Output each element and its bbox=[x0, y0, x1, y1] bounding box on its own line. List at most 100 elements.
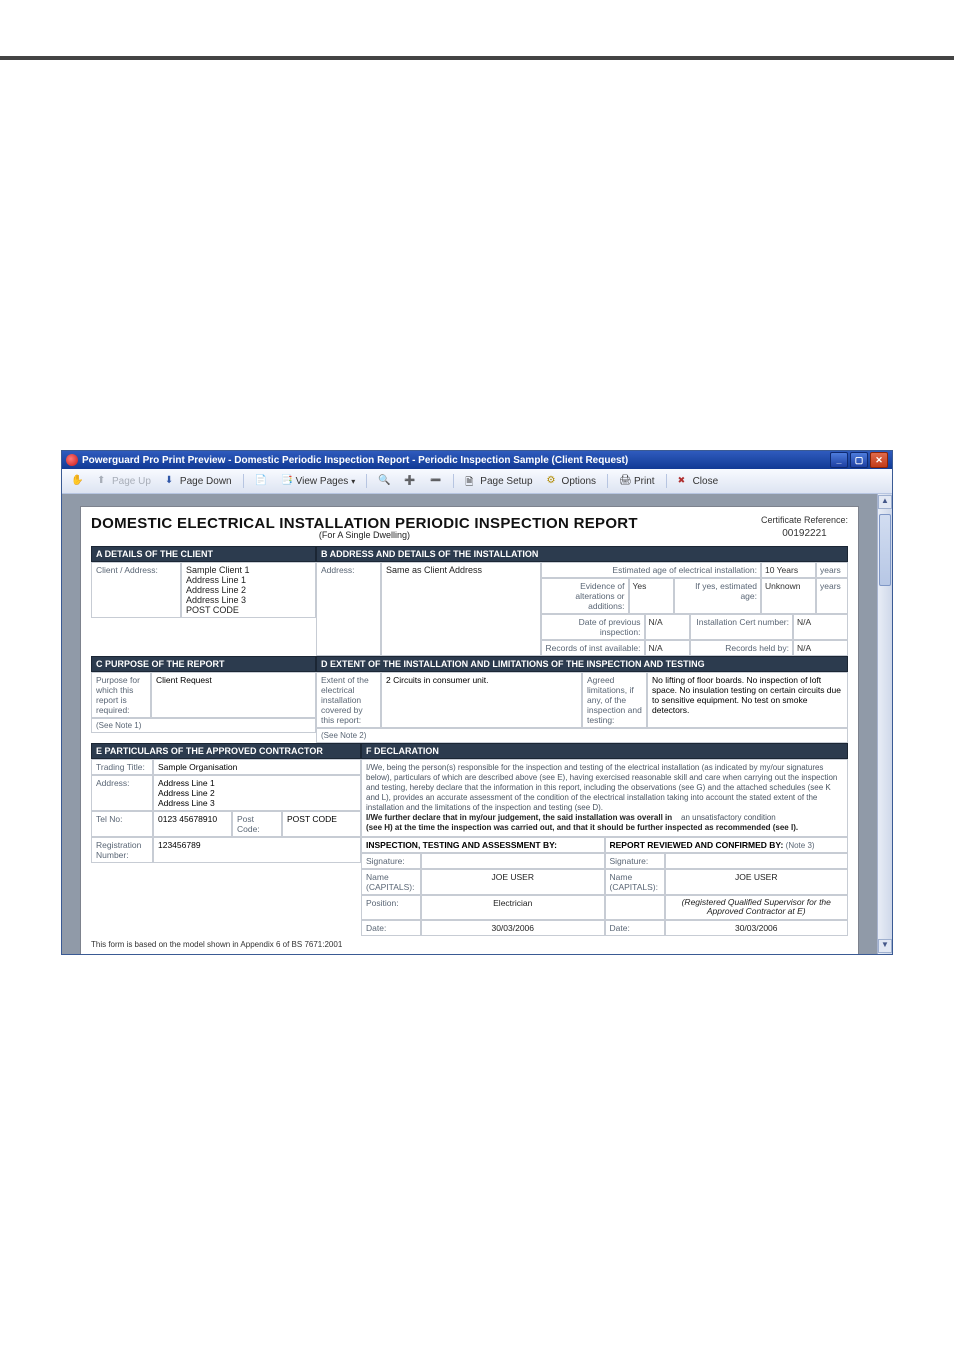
close-icon bbox=[678, 475, 690, 487]
pos-label-right bbox=[605, 895, 665, 920]
sig-label-right: Signature: bbox=[605, 853, 665, 869]
close-preview-button[interactable]: Close bbox=[673, 473, 724, 489]
date-value-right: 30/03/2006 bbox=[665, 920, 849, 936]
cert-ref-label: Certificate Reference: bbox=[761, 515, 848, 527]
multi-page-icon bbox=[281, 475, 293, 487]
purpose-label: Purpose for which this report is require… bbox=[91, 672, 151, 718]
contractor-addr-1: Address Line 1 bbox=[158, 778, 356, 788]
page-setup-button[interactable]: Page Setup bbox=[460, 473, 537, 489]
options-label: Options bbox=[562, 476, 596, 487]
page-down-label: Page Down bbox=[180, 476, 232, 487]
preview-viewport: DOMESTIC ELECTRICAL INSTALLATION PERIODI… bbox=[62, 494, 892, 954]
est-age-label: Estimated age of electrical installation… bbox=[541, 562, 761, 578]
date-value-left: 30/03/2006 bbox=[421, 920, 605, 936]
maximize-button[interactable]: ▢ bbox=[850, 452, 868, 468]
reg-number-label: Registration Number: bbox=[91, 837, 153, 863]
date-label-left: Date: bbox=[361, 920, 421, 936]
client-line-4: Address Line 3 bbox=[186, 595, 311, 605]
close-label: Close bbox=[693, 476, 719, 487]
trading-title-value: Sample Organisation bbox=[153, 759, 361, 775]
toolbar: Page Up Page Down View Pages ▾ Page Setu… bbox=[62, 469, 892, 494]
records-avail-label: Records of inst available: bbox=[541, 640, 645, 656]
single-page-button[interactable] bbox=[250, 473, 272, 489]
prev-insp-value: N/A bbox=[645, 614, 690, 640]
hand-tool-button[interactable] bbox=[66, 473, 88, 489]
scroll-up-button[interactable]: ▲ bbox=[878, 495, 892, 509]
close-window-button[interactable]: ✕ bbox=[870, 452, 888, 468]
section-b-heading: B ADDRESS AND DETAILS OF THE INSTALLATIO… bbox=[316, 546, 848, 562]
records-held-label: Records held by: bbox=[690, 640, 794, 656]
section-a-heading: A DETAILS OF THE CLIENT bbox=[91, 546, 316, 562]
declaration-condition: an unsatisfactory condition bbox=[681, 813, 776, 822]
postcode-label: Post Code: bbox=[232, 811, 282, 837]
client-line-5: POST CODE bbox=[186, 605, 311, 615]
section-e-heading: E PARTICULARS OF THE APPROVED CONTRACTOR bbox=[91, 743, 361, 759]
cert-ref-value: 00192221 bbox=[761, 527, 848, 540]
gear-icon bbox=[547, 475, 559, 487]
contractor-address-value: Address Line 1 Address Line 2 Address Li… bbox=[153, 775, 361, 811]
evidence-value: Yes bbox=[629, 578, 674, 614]
printer-icon bbox=[619, 475, 631, 487]
ifyes-value: Unknown bbox=[761, 578, 816, 614]
name-label-left: Name (CAPITALS): bbox=[361, 869, 421, 895]
zoom-out-button[interactable] bbox=[425, 473, 447, 489]
report-page: DOMESTIC ELECTRICAL INSTALLATION PERIODI… bbox=[80, 506, 859, 954]
arrow-up-icon bbox=[97, 475, 109, 487]
zoom-tool-button[interactable] bbox=[373, 473, 395, 489]
records-held-value: N/A bbox=[793, 640, 848, 656]
chevron-down-icon: ▾ bbox=[351, 477, 355, 486]
declaration-bold-2: (see H) at the time the inspection was c… bbox=[366, 823, 798, 832]
client-line-3: Address Line 2 bbox=[186, 585, 311, 595]
hand-icon bbox=[71, 475, 83, 487]
scroll-thumb[interactable] bbox=[879, 514, 891, 586]
footnotes: 1) The Domestic Periodic Inspection Repo… bbox=[91, 953, 848, 954]
page-up-button[interactable]: Page Up bbox=[92, 473, 156, 489]
zoom-in-button[interactable] bbox=[399, 473, 421, 489]
ifyes-unit: years bbox=[816, 578, 848, 614]
client-address-value: Sample Client 1 Address Line 1 Address L… bbox=[181, 562, 316, 618]
postcode-value: POST CODE bbox=[282, 811, 361, 837]
note-2: (See Note 2) bbox=[316, 728, 848, 743]
scroll-down-button[interactable]: ▼ bbox=[878, 939, 892, 953]
magnifier-icon bbox=[378, 475, 390, 487]
window-title: Powerguard Pro Print Preview - Domestic … bbox=[82, 455, 628, 466]
tel-value: 0123 45678910 bbox=[153, 811, 232, 837]
app-icon bbox=[66, 454, 78, 466]
name-label-right: Name (CAPITALS): bbox=[605, 869, 665, 895]
print-button[interactable]: Print bbox=[614, 473, 660, 489]
minimize-button[interactable]: _ bbox=[830, 452, 848, 468]
limitations-label: Agreed limitations, if any, of the inspe… bbox=[582, 672, 647, 728]
pos-label-left: Position: bbox=[361, 895, 421, 920]
declaration-para: I/We, being the person(s) responsible fo… bbox=[366, 763, 837, 812]
est-age-unit: years bbox=[816, 562, 848, 578]
reg-number-value: 123456789 bbox=[153, 837, 361, 863]
extent-label: Extent of the electrical installation co… bbox=[316, 672, 381, 728]
install-address-label: Address: bbox=[316, 562, 381, 656]
sig-value-left bbox=[421, 853, 605, 869]
contractor-address-label: Address: bbox=[91, 775, 153, 811]
contractor-addr-3: Address Line 3 bbox=[158, 798, 356, 808]
tel-label: Tel No: bbox=[91, 811, 153, 837]
install-cert-value: N/A bbox=[793, 614, 848, 640]
inspection-by-heading: INSPECTION, TESTING AND ASSESSMENT BY: bbox=[361, 837, 605, 853]
install-cert-label: Installation Cert number: bbox=[690, 614, 794, 640]
name-value-right: JOE USER bbox=[665, 869, 849, 895]
page-down-button[interactable]: Page Down bbox=[160, 473, 237, 489]
zoom-in-icon bbox=[404, 475, 416, 487]
section-f-heading: F DECLARATION bbox=[361, 743, 848, 759]
section-c-heading: C PURPOSE OF THE REPORT bbox=[91, 656, 316, 672]
date-label-right: Date: bbox=[605, 920, 665, 936]
evidence-label: Evidence of alterations or additions: bbox=[541, 578, 629, 614]
print-label: Print bbox=[634, 476, 655, 487]
titlebar[interactable]: Powerguard Pro Print Preview - Domestic … bbox=[62, 451, 892, 469]
declaration-text: I/We, being the person(s) responsible fo… bbox=[361, 759, 848, 837]
view-pages-button[interactable]: View Pages ▾ bbox=[276, 473, 361, 489]
vertical-scrollbar[interactable]: ▲ ▼ bbox=[877, 494, 892, 954]
est-age-value: 10 Years bbox=[761, 562, 816, 578]
pos-value-left: Electrician bbox=[421, 895, 605, 920]
options-button[interactable]: Options bbox=[542, 473, 601, 489]
limitations-value: No lifting of floor boards. No inspectio… bbox=[647, 672, 848, 728]
model-note: This form is based on the model shown in… bbox=[91, 940, 848, 949]
note-1: (See Note 1) bbox=[91, 718, 316, 733]
page-setup-icon bbox=[465, 475, 477, 487]
